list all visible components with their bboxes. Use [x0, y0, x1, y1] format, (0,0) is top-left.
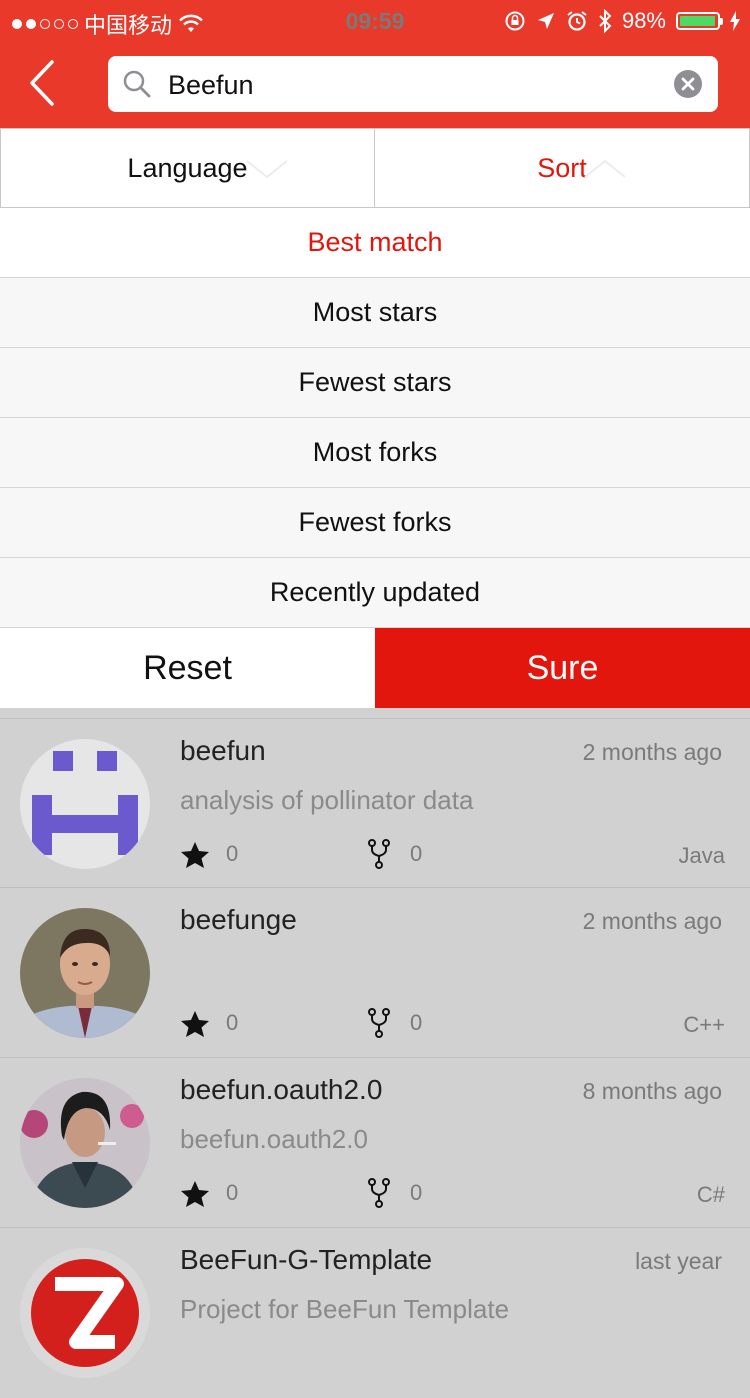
sort-option-fewest-forks[interactable]: Fewest forks — [0, 488, 750, 558]
repo-stats: 0 0 C# — [180, 1178, 725, 1212]
repo-description: beefun.oauth2.0 — [180, 1124, 368, 1154]
fork-icon — [368, 1008, 390, 1038]
sort-options-list: Best match Most stars Fewest stars Most … — [0, 208, 750, 628]
search-input[interactable] — [166, 64, 670, 106]
search-bar — [108, 56, 718, 112]
avatar — [20, 739, 150, 869]
repo-name: beefun.oauth2.0 — [180, 1074, 383, 1105]
fork-count: 0 — [410, 841, 423, 866]
list-item[interactable]: beefun 2 months ago analysis of pollinat… — [0, 718, 750, 888]
chevron-down-icon — [246, 160, 288, 179]
repo-name: beefunge — [180, 904, 297, 935]
rotation-lock-icon — [505, 11, 525, 31]
avatar — [20, 908, 150, 1038]
chevron-up-icon — [584, 159, 626, 178]
star-count: 0 — [226, 841, 239, 866]
star-count: 0 — [226, 1010, 239, 1035]
fork-icon — [368, 839, 390, 869]
repo-updated: last year — [635, 1248, 722, 1274]
back-chevron-icon[interactable] — [26, 58, 66, 108]
charging-icon — [730, 11, 740, 31]
sort-option-best-match[interactable]: Best match — [0, 208, 750, 278]
sort-filter-tab[interactable]: Sort — [375, 128, 750, 208]
sort-option-most-forks[interactable]: Most forks — [0, 418, 750, 488]
repo-updated: 2 months ago — [582, 908, 722, 934]
navigation-header: 中国移动 09:59 98% Beefun — [0, 0, 750, 128]
avatar — [20, 1248, 150, 1378]
sort-actions: Reset Sure — [0, 628, 750, 708]
star-icon — [181, 842, 209, 868]
alarm-icon — [567, 11, 587, 31]
star-icon — [181, 1011, 209, 1037]
language-filter-label: Language — [127, 152, 248, 183]
status-icons: 98% — [504, 8, 740, 34]
reset-button[interactable]: Reset — [0, 628, 375, 708]
battery-icon — [676, 12, 723, 30]
repo-language: C# — [696, 1182, 725, 1207]
sort-filter-label: Sort — [537, 152, 587, 183]
avatar — [20, 1078, 150, 1208]
repo-name: beefun — [180, 735, 266, 766]
sort-option-recently-updated[interactable]: Recently updated — [0, 558, 750, 628]
repo-description: Project for BeeFun Template — [180, 1294, 510, 1324]
repo-stats: 0 0 Java — [180, 839, 725, 873]
search-icon — [123, 70, 151, 98]
repo-language: C++ — [683, 1012, 725, 1037]
star-icon — [181, 1181, 209, 1207]
fork-count: 0 — [410, 1010, 423, 1035]
repo-name: BeeFun-G-Template — [180, 1244, 433, 1275]
bluetooth-icon — [599, 9, 612, 33]
battery-percent: 98% — [621, 8, 666, 33]
sure-button[interactable]: Sure — [375, 628, 750, 708]
repo-language: Java — [678, 843, 725, 868]
repo-stats: 0 0 C++ — [180, 1008, 725, 1042]
fork-icon — [368, 1178, 390, 1208]
status-bar: 中国移动 09:59 98% — [0, 0, 750, 40]
fork-count: 0 — [410, 1180, 423, 1205]
repo-results-list: beefun 2 months ago analysis of pollinat… — [0, 708, 750, 1398]
filter-bar: Language Sort — [0, 128, 750, 208]
list-item[interactable]: BeeFun-G-Template last year Project for … — [0, 1228, 750, 1398]
star-count: 0 — [226, 1180, 239, 1205]
language-filter-tab[interactable]: Language — [0, 128, 375, 208]
list-item[interactable]: beefun.oauth2.0 8 months ago beefun.oaut… — [0, 1058, 750, 1228]
sort-option-most-stars[interactable]: Most stars — [0, 278, 750, 348]
repo-updated: 2 months ago — [582, 739, 722, 765]
location-icon — [537, 13, 554, 29]
list-item[interactable]: beefunge 2 months ago 0 0 C++ — [0, 888, 750, 1058]
repo-description: analysis of pollinator data — [180, 785, 474, 815]
repo-updated: 8 months ago — [582, 1078, 722, 1104]
sort-option-fewest-stars[interactable]: Fewest stars — [0, 348, 750, 418]
clear-search-icon[interactable] — [674, 70, 702, 98]
